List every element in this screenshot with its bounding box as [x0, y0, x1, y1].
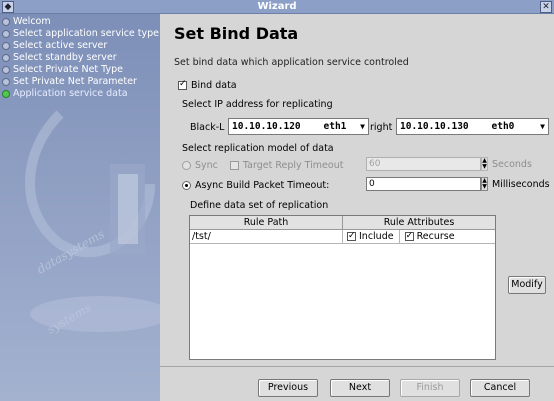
bind-data-label: Bind data: [191, 80, 237, 91]
left-ip-select[interactable]: 10.10.10.120 eth1 ▼: [228, 118, 369, 135]
bind-data-checkbox[interactable]: [178, 79, 187, 90]
step-bullet-icon: [2, 66, 10, 74]
async-timeout-input[interactable]: 0: [366, 177, 481, 191]
chevron-down-icon[interactable]: ▼: [540, 119, 545, 134]
sidebar-item-set-private-net-parameter: Set Private Net Parameter: [2, 76, 159, 88]
async-timeout-spinner[interactable]: ▲ ▼: [481, 177, 488, 191]
page-title: Set Bind Data: [174, 24, 299, 43]
column-header-rule-attributes[interactable]: Rule Attributes: [343, 216, 495, 229]
column-header-rule-path[interactable]: Rule Path: [190, 216, 343, 229]
target-timeout-input[interactable]: 60: [366, 157, 481, 171]
left-ip-value: 10.10.10.120 eth1: [232, 121, 347, 132]
page-subtitle: Set bind data which application service …: [174, 57, 409, 68]
sidebar-item-select-application-service-type: Select application service type: [2, 28, 159, 40]
rule-attributes-cell: Include Recurse: [343, 230, 495, 243]
include-checkbox[interactable]: [347, 230, 356, 243]
async-radio[interactable]: [182, 181, 191, 190]
bind-data-row[interactable]: Bind data: [178, 79, 237, 91]
modify-button[interactable]: Modify: [508, 276, 546, 294]
async-option-row: Async Build Packet Timeout:: [182, 180, 329, 191]
wizard-steps: Welcom Select application service type S…: [2, 16, 159, 100]
window-title: Wizard: [257, 1, 297, 12]
table-row[interactable]: /tst/ Include Recurse: [190, 230, 495, 244]
left-server-label: Black-L: [190, 122, 225, 133]
sync-radio[interactable]: [182, 161, 191, 170]
sidebar-item-welcome: Welcom: [2, 16, 159, 28]
chevron-down-icon[interactable]: ▼: [360, 119, 365, 134]
sidebar-item-select-standby-server: Select standby server: [2, 52, 159, 64]
ip-section-label: Select IP address for replicating: [182, 99, 333, 110]
next-button[interactable]: Next: [330, 379, 390, 397]
cell-divider: [398, 230, 400, 243]
active-step-icon: [2, 90, 10, 98]
sidebar-item-select-private-net-type: Select Private Net Type: [2, 64, 159, 76]
step-bullet-icon: [2, 18, 10, 26]
seconds-label: Seconds: [492, 159, 532, 170]
recurse-label: Recurse: [416, 231, 455, 242]
close-icon[interactable]: ✕: [540, 1, 552, 13]
title-bar: ◆ Wizard ✕: [0, 0, 554, 14]
right-server-label: right: [370, 122, 393, 133]
include-label: Include: [359, 231, 394, 242]
step-bullet-icon: [2, 54, 10, 62]
rule-path-cell[interactable]: /tst/: [190, 230, 343, 243]
replication-model-label: Select replication model of data: [182, 143, 334, 154]
previous-button[interactable]: Previous: [258, 379, 318, 397]
finish-button[interactable]: Finish: [400, 379, 460, 397]
step-bullet-icon: [2, 42, 10, 50]
right-ip-select[interactable]: 10.10.10.130 eth0 ▼: [396, 118, 549, 135]
recurse-checkbox[interactable]: [404, 230, 414, 243]
wizard-sidebar: datasystems systems Welcom Select applic…: [0, 14, 160, 401]
right-ip-value: 10.10.10.130 eth0: [400, 121, 515, 132]
table-header: Rule Path Rule Attributes: [190, 216, 495, 230]
main-panel: Set Bind Data Set bind data which applic…: [160, 14, 554, 366]
step-bullet-icon: [2, 78, 10, 86]
replication-rules-table[interactable]: Rule Path Rule Attributes /tst/ Include …: [189, 215, 496, 360]
sync-label: Sync: [195, 160, 218, 171]
async-label: Async Build Packet Timeout:: [195, 180, 330, 191]
data-set-label: Define data set of replication: [190, 200, 329, 211]
sidebar-item-application-service-data: Application service data: [2, 88, 159, 100]
milliseconds-label: Milliseconds: [492, 179, 550, 190]
target-timeout-checkbox[interactable]: [229, 161, 239, 170]
target-timeout-label: Target Reply Timeout: [242, 160, 344, 171]
cancel-button[interactable]: Cancel: [470, 379, 530, 397]
sidebar-item-select-active-server: Select active server: [2, 40, 159, 52]
step-bullet-icon: [2, 30, 10, 38]
sync-option-row: Sync Target Reply Timeout: [182, 160, 343, 171]
target-timeout-spinner[interactable]: ▲ ▼: [481, 157, 488, 171]
wizard-footer: Previous Next Finish Cancel: [160, 366, 554, 401]
